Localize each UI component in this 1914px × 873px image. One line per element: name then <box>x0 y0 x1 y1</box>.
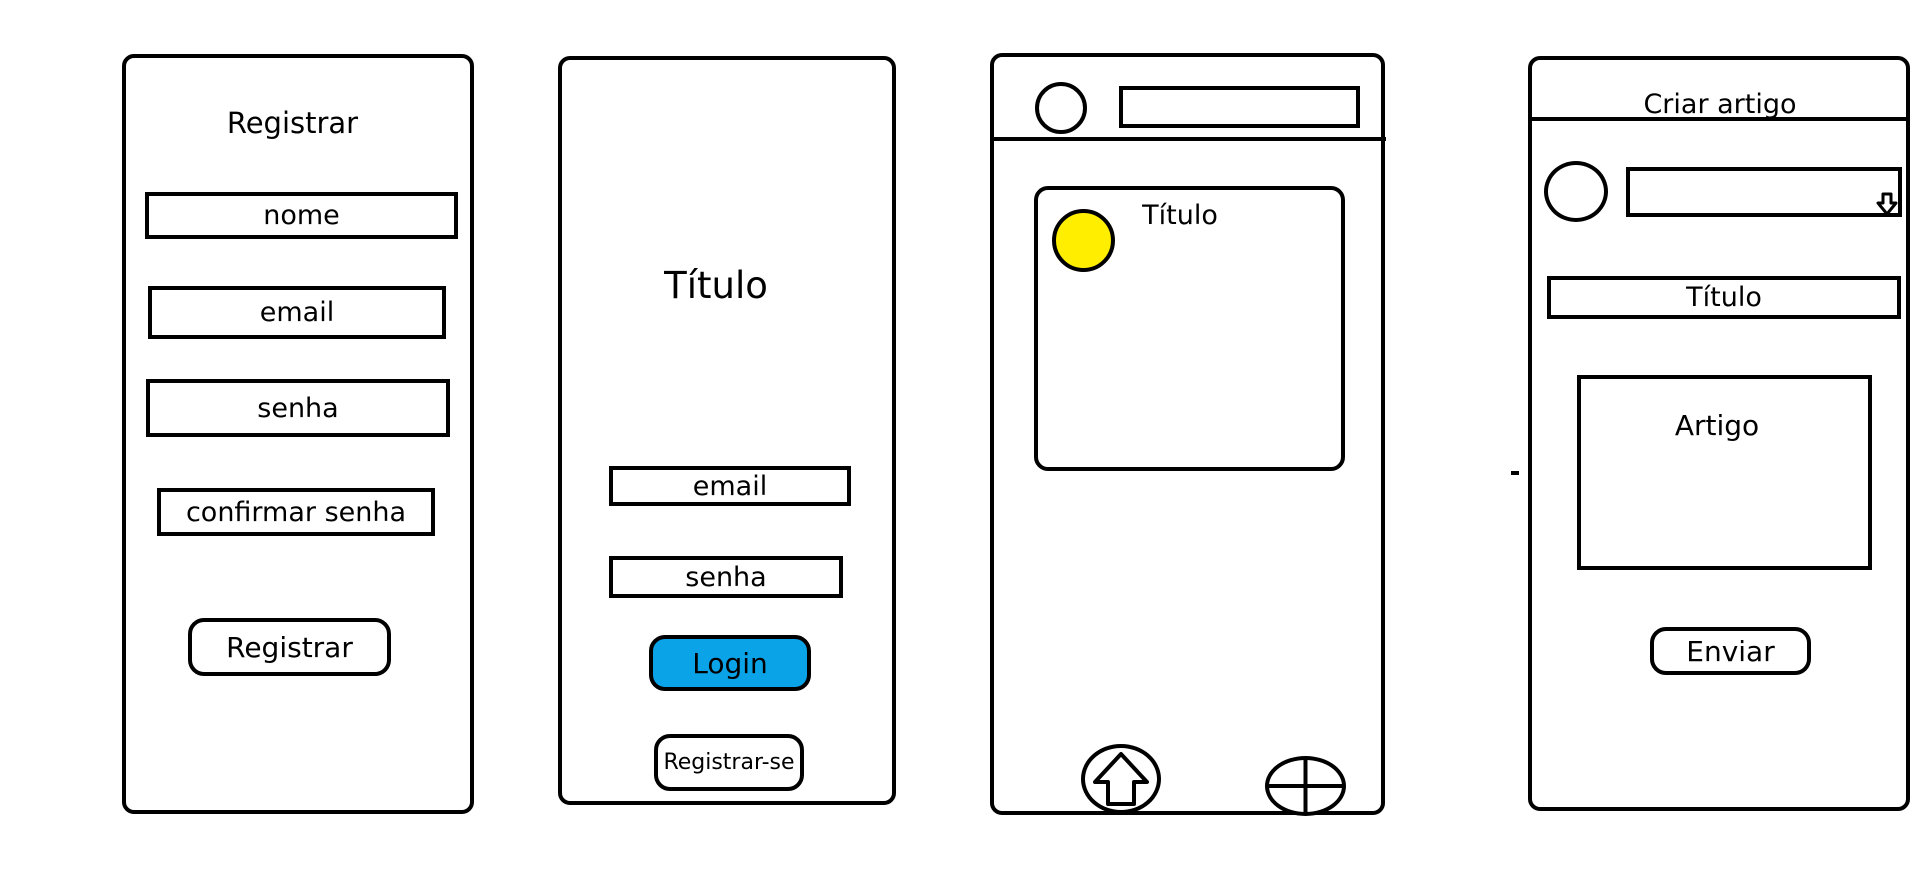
article-title-field[interactable]: Título <box>1547 276 1901 319</box>
profile-avatar[interactable] <box>1035 82 1087 134</box>
login-screen <box>558 56 896 805</box>
search-bar[interactable] <box>1119 86 1360 128</box>
register-heading: Registrar <box>226 106 359 140</box>
article-body-label: Artigo <box>1674 408 1760 442</box>
name-field[interactable]: nome <box>145 192 458 239</box>
register-link-button[interactable]: Registrar-se <box>654 734 804 791</box>
plus-circle-icon <box>1269 760 1342 812</box>
author-avatar <box>1544 161 1608 222</box>
login-password-field[interactable]: senha <box>609 556 843 598</box>
stray-mark <box>1511 471 1519 475</box>
create-header-divider <box>1528 117 1910 121</box>
login-email-field[interactable]: email <box>609 466 851 506</box>
post-author-avatar <box>1052 209 1115 272</box>
confirm-password-field[interactable]: confirmar senha <box>157 488 435 536</box>
login-button[interactable]: Login <box>649 635 811 691</box>
category-dropdown[interactable] <box>1626 167 1902 217</box>
post-card-title: Título <box>1142 199 1218 231</box>
chevron-down-icon <box>1876 192 1898 216</box>
register-button[interactable]: Registrar <box>188 618 391 676</box>
feed-header-divider <box>990 137 1386 141</box>
send-button[interactable]: Enviar <box>1650 627 1811 675</box>
email-field[interactable]: email <box>148 286 446 339</box>
home-arrow-icon <box>1093 752 1149 806</box>
login-title: Título <box>664 263 768 307</box>
password-field[interactable]: senha <box>146 379 450 437</box>
